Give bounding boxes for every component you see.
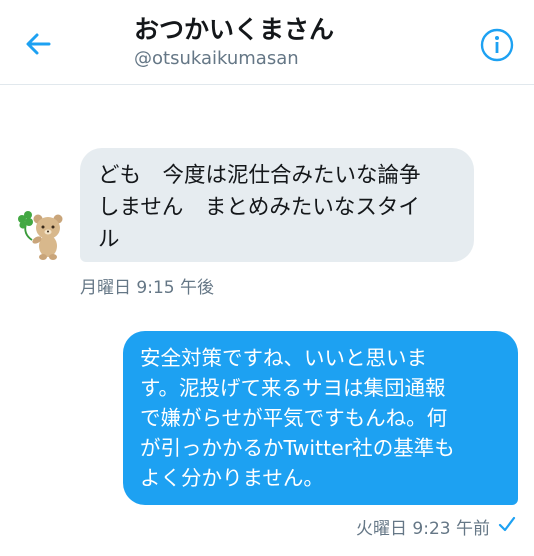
back-arrow-icon [26,33,51,55]
message-line: が引っかかるかTwitter社の基準も [140,436,455,460]
received-message-timestamp: 月曜日 9:15 午後 [80,278,214,298]
avatar[interactable] [14,206,70,262]
info-button[interactable] [476,24,518,66]
checkmark-icon [498,516,516,532]
conversation-title: おつかいくまさん [134,15,335,44]
back-button[interactable] [18,24,58,64]
conversation-header: おつかいくまさん @otsukaikumasan [0,0,534,85]
bear-with-clover-avatar [18,211,63,260]
message-line: ども 今度は泥仕合みたいな論争 [98,163,421,188]
message-line: 安全対策ですね、いいと思いま [140,346,427,370]
dm-conversation-screen: おつかいくまさん @otsukaikumasan ども 今度は泥仕合みたいな論争… [0,0,534,556]
message-line: す。泥投げて来るサヨは集団通報 [140,376,446,400]
message-line: しません まとめみたいなスタイ [98,195,420,220]
sent-message-bubble[interactable]: 安全対策ですね、いいと思いま す。泥投げて来るサヨは集団通報 で嫌がらせが平気で… [123,331,518,505]
info-icon [480,28,514,62]
message-line: よく分かりません。 [140,466,324,490]
sent-message-timestamp: 火曜日 9:23 午前 [356,519,490,539]
received-message-bubble[interactable]: ども 今度は泥仕合みたいな論争 しません まとめみたいなスタイ ル [80,148,474,262]
message-line: で嫌がらせが平気ですもんね。何 [140,406,448,430]
conversation-handle: @otsukaikumasan [134,48,299,69]
message-line: ル [98,227,120,252]
